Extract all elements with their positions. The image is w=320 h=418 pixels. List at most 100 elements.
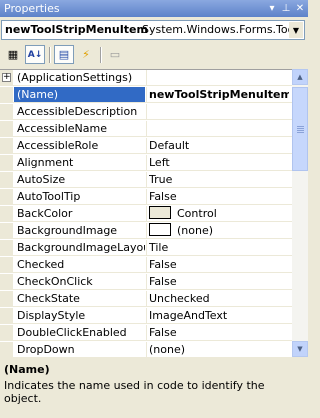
property-value-text: Control [177,207,217,220]
property-name[interactable]: AccessibleName [14,121,145,136]
scroll-up-button[interactable]: ▲ [292,69,308,85]
property-pages-button[interactable]: ▭ [105,45,125,64]
property-value[interactable]: Left [149,155,289,170]
pin-icon[interactable]: ⊥ [280,2,292,15]
vertical-scrollbar[interactable]: ▲ ▼ [292,69,308,357]
property-name[interactable]: AutoToolTip [14,189,145,204]
property-row[interactable]: CheckOnClick False [0,274,292,290]
scroll-thumb[interactable] [292,87,308,171]
property-value[interactable] [149,70,289,85]
property-name[interactable]: BackgroundImage [14,223,145,238]
property-name[interactable]: BackColor [14,206,145,221]
row-gutter [0,308,13,324]
property-value[interactable]: Control [149,206,289,221]
column-divider [146,138,147,154]
property-value-text: Default [149,139,190,152]
property-row[interactable]: (Name) newToolStripMenuItem [0,87,292,103]
property-name[interactable]: CheckState [14,291,145,306]
alphabetical-button[interactable]: A↓ [25,45,45,64]
events-button[interactable]: ⚡ [76,45,96,64]
property-name[interactable]: AccessibleDescription [14,104,145,119]
property-value-text: ImageAndText [149,309,228,322]
property-name[interactable]: DisplayStyle [14,308,145,323]
column-divider [146,87,147,103]
property-value[interactable]: Tile [149,240,289,255]
property-value[interactable]: False [149,274,289,289]
property-value[interactable]: ImageAndText [149,308,289,323]
property-value-text: False [149,275,177,288]
close-icon[interactable]: ✕ [294,2,306,15]
property-value[interactable]: True [149,172,289,187]
row-gutter [0,206,13,222]
property-row[interactable]: BackgroundImageLayout Tile [0,240,292,256]
column-divider [146,308,147,324]
row-gutter [0,104,13,120]
column-divider [146,325,147,341]
property-row[interactable]: BackgroundImage (none) [0,223,292,239]
property-row[interactable]: + (ApplicationSettings) [0,70,292,86]
property-value-text: False [149,190,177,203]
property-name[interactable]: CheckOnClick [14,274,145,289]
row-gutter [0,342,13,358]
property-row[interactable]: DoubleClickEnabled False [0,325,292,341]
chevron-down-icon[interactable]: ▼ [289,22,303,38]
column-divider [146,104,147,120]
property-value-text: newToolStripMenuItem [149,88,289,101]
row-gutter: + [0,70,13,86]
property-row[interactable]: DropDown (none) [0,342,292,358]
expand-icon[interactable]: + [2,73,11,82]
property-row[interactable]: AccessibleRole Default [0,138,292,154]
categorized-button[interactable]: ▦ [3,45,23,64]
toolbar-divider [49,47,51,63]
property-name[interactable]: DropDown [14,342,145,357]
property-grid: + (ApplicationSettings) (Name) newToolStrip… [0,69,292,358]
row-gutter [0,189,13,205]
property-name[interactable]: Checked [14,257,145,272]
property-name[interactable]: AutoSize [14,172,145,187]
scroll-down-button[interactable]: ▼ [292,341,308,357]
row-gutter [0,138,13,154]
property-value[interactable]: Default [149,138,289,153]
property-row[interactable]: CheckState Unchecked [0,291,292,307]
property-value[interactable] [149,104,289,119]
column-divider [146,274,147,290]
column-divider [146,155,147,171]
properties-icon: ▤ [58,48,70,61]
row-gutter [0,121,13,137]
property-name[interactable]: DoubleClickEnabled [14,325,145,340]
property-value[interactable]: False [149,257,289,272]
properties-button[interactable]: ▤ [54,45,74,64]
property-value[interactable]: False [149,325,289,340]
property-row[interactable]: AutoSize True [0,172,292,188]
property-row[interactable]: AccessibleDescription [0,104,292,120]
column-divider [146,342,147,358]
property-name[interactable]: (ApplicationSettings) [14,70,145,85]
column-divider [146,172,147,188]
description-panel: (Name) Indicates the name used in code t… [0,360,308,418]
column-divider [146,291,147,307]
color-swatch [149,223,171,236]
property-row[interactable]: Checked False [0,257,292,273]
property-name[interactable]: Alignment [14,155,145,170]
property-name[interactable]: (Name) [14,87,145,102]
column-divider [146,223,147,239]
row-gutter [0,87,13,103]
property-row[interactable]: Alignment Left [0,155,292,171]
property-value[interactable] [149,121,289,136]
property-value[interactable]: False [149,189,289,204]
property-row[interactable]: DisplayStyle ImageAndText [0,308,292,324]
property-value[interactable]: (none) [149,342,289,357]
alphabetical-icon: A↓ [27,49,43,60]
dropdown-arrow-icon[interactable]: ▾ [266,2,278,15]
property-row[interactable]: AutoToolTip False [0,189,292,205]
property-row[interactable]: BackColor Control [0,206,292,222]
property-name[interactable]: AccessibleRole [14,138,145,153]
property-value[interactable]: newToolStripMenuItem [149,87,289,102]
property-value-text: Unchecked [149,292,210,305]
property-row[interactable]: AccessibleName [0,121,292,137]
property-value[interactable]: (none) [149,223,289,238]
properties-toolbar: ▦ A↓ ▤ ⚡ ▭ [0,44,308,66]
property-value[interactable]: Unchecked [149,291,289,306]
property-name[interactable]: BackgroundImageLayout [14,240,145,255]
object-selector[interactable]: newToolStripMenuItem System.Windows.Form… [1,20,305,40]
